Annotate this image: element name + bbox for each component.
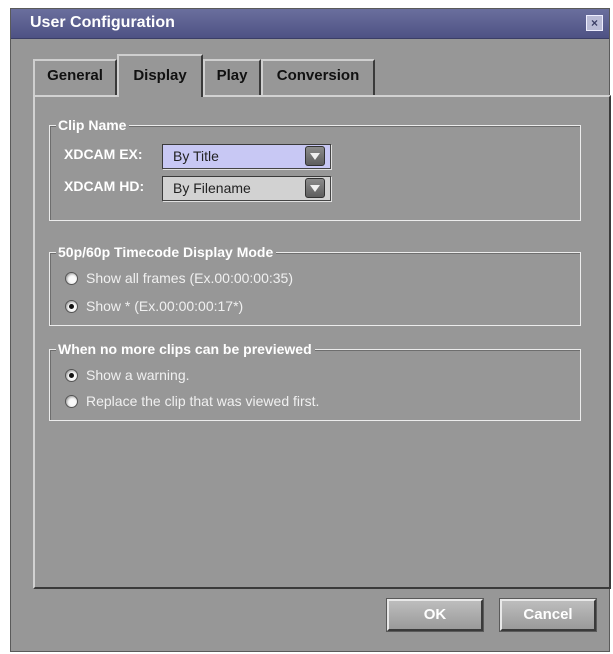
window-title: User Configuration <box>30 14 175 31</box>
close-button[interactable]: × <box>586 15 603 31</box>
radio-label: Show * (Ex.00:00:00:17*) <box>86 298 244 314</box>
radio-checked-icon[interactable] <box>65 300 78 313</box>
close-icon: × <box>590 16 598 30</box>
timecode-display-mode-group: 50p/60p Timecode Display Mode Show all f… <box>49 244 581 326</box>
radio-label: Replace the clip that was viewed first. <box>86 393 320 409</box>
cancel-button[interactable]: Cancel <box>499 598 597 632</box>
ok-button[interactable]: OK <box>386 598 484 632</box>
xdcam-ex-select[interactable]: By Title <box>162 144 331 169</box>
preview-limit-legend: When no more clips can be previewed <box>56 341 315 357</box>
tab-play[interactable]: Play <box>203 59 261 95</box>
xdcam-hd-select[interactable]: By Filename <box>162 176 331 201</box>
user-configuration-dialog: User Configuration × General Display Pla… <box>10 8 611 652</box>
xdcam-ex-value: By Title <box>173 148 219 164</box>
radio-unchecked-icon[interactable] <box>65 272 78 285</box>
display-tab-panel: Clip Name XDCAM EX: By Title XDCAM HD: B… <box>33 95 611 589</box>
xdcam-hd-value: By Filename <box>173 180 251 196</box>
tab-general[interactable]: General <box>33 59 117 95</box>
tab-conversion[interactable]: Conversion <box>261 59 375 95</box>
clip-name-legend: Clip Name <box>56 117 130 133</box>
xdcam-hd-label: XDCAM HD: <box>64 178 145 194</box>
preview-limit-group: When no more clips can be previewed Show… <box>49 341 581 421</box>
radio-label: Show all frames (Ex.00:00:00:35) <box>86 270 293 286</box>
chevron-down-icon[interactable] <box>305 146 325 166</box>
chevron-down-icon[interactable] <box>305 178 325 198</box>
radio-unchecked-icon[interactable] <box>65 395 78 408</box>
title-bar[interactable]: User Configuration × <box>11 9 609 39</box>
radio-label: Show a warning. <box>86 367 190 383</box>
radio-checked-icon[interactable] <box>65 369 78 382</box>
timecode-legend: 50p/60p Timecode Display Mode <box>56 244 277 260</box>
xdcam-ex-label: XDCAM EX: <box>64 146 143 162</box>
tab-display[interactable]: Display <box>117 54 203 97</box>
clip-name-group: Clip Name XDCAM EX: By Title XDCAM HD: B… <box>49 117 581 221</box>
